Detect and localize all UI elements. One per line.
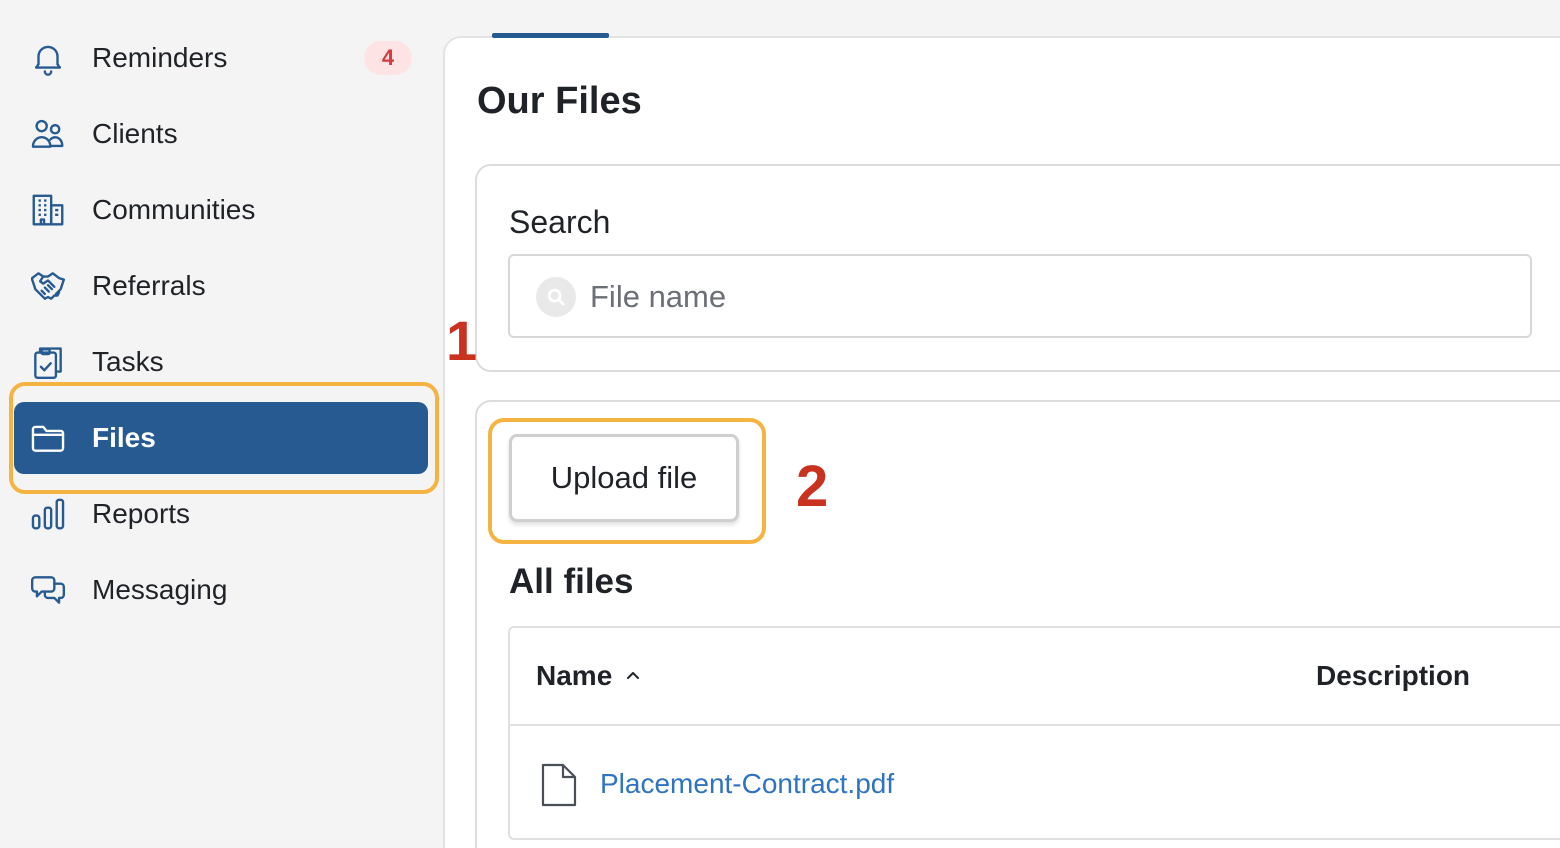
sidebar-item-label: Tasks [92, 346, 164, 377]
search-label: Search [509, 204, 611, 240]
sidebar-item-clients[interactable]: Clients [14, 98, 428, 170]
sidebar-item-label: Reminders [92, 42, 228, 73]
handshake-icon [28, 266, 68, 306]
users-icon [28, 114, 68, 154]
sidebar-item-label: Files [92, 422, 156, 453]
sidebar-item-messaging[interactable]: Messaging [14, 554, 428, 626]
sidebar-item-reports[interactable]: Reports [14, 478, 428, 550]
chat-bubbles-icon [28, 570, 68, 610]
column-header-label: Name [536, 660, 613, 691]
folder-icon [28, 418, 68, 458]
search-input[interactable] [590, 272, 1510, 322]
sidebar-item-label: Messaging [92, 574, 228, 605]
sort-ascending-icon [627, 672, 640, 679]
sidebar-item-reminders[interactable]: Reminders 4 [14, 22, 428, 94]
files-table: Name Description Placement-Contract.pdf [508, 626, 1560, 840]
active-tab-indicator [492, 33, 609, 38]
page-title: Our Files [477, 80, 642, 122]
description-column-header[interactable]: Description [1316, 660, 1470, 692]
all-files-heading: All files [509, 562, 634, 601]
file-link[interactable]: Placement-Contract.pdf [600, 768, 894, 800]
table-row: Placement-Contract.pdf [510, 728, 1560, 840]
building-icon [28, 190, 68, 230]
bar-chart-icon [28, 494, 68, 534]
reminders-count-badge: 4 [364, 41, 412, 75]
sidebar-item-tasks[interactable]: Tasks [14, 326, 428, 398]
step-1-marker: 1 [446, 309, 478, 372]
bell-icon [28, 38, 68, 78]
clipboard-check-icon [28, 342, 68, 382]
sidebar-item-referrals[interactable]: Referrals [14, 250, 428, 322]
upload-file-button[interactable]: Upload file [509, 434, 739, 522]
sidebar-item-files[interactable]: Files [14, 402, 428, 474]
sidebar-item-communities[interactable]: Communities [14, 174, 428, 246]
search-icon [536, 277, 576, 317]
table-header: Name Description [510, 628, 1560, 726]
sidebar-item-label: Reports [92, 498, 191, 529]
sidebar-item-label: Communities [92, 194, 256, 225]
sidebar: Reminders 4 Clients Communities Referral… [0, 0, 442, 848]
sidebar-item-label: Clients [92, 118, 178, 149]
step-2-marker: 2 [796, 454, 829, 519]
name-column-header[interactable]: Name [536, 660, 642, 692]
document-icon [541, 763, 577, 807]
sidebar-item-label: Referrals [92, 270, 206, 301]
